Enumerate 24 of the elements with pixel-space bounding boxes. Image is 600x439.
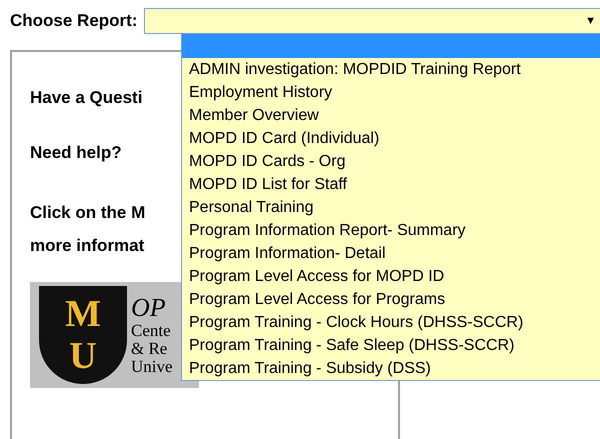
report-option[interactable]: Employment History <box>182 81 600 104</box>
blank-option[interactable] <box>182 34 600 58</box>
logo-text: Unive <box>131 358 173 376</box>
report-option[interactable]: MOPD ID Cards - Org <box>182 150 600 173</box>
report-option[interactable]: Program Information- Detail <box>182 242 600 265</box>
choose-report-label: Choose Report: <box>10 11 138 31</box>
shield-letter: M <box>65 293 101 335</box>
report-select[interactable]: ▼ <box>144 8 600 34</box>
report-option[interactable]: Member Overview <box>182 104 600 127</box>
report-option[interactable]: Program Training - Safe Sleep (DHSS-SCCR) <box>182 334 600 357</box>
report-option[interactable]: Program Training - Clock Hours (DHSS-SCCR) <box>182 311 600 334</box>
report-option[interactable]: MOPD ID Card (Individual) <box>182 127 600 150</box>
logo-text: & Re <box>131 340 168 358</box>
logo-title: OP <box>131 294 167 322</box>
report-option[interactable]: Program Level Access for MOPD ID <box>182 265 600 288</box>
shield-letter: U <box>69 335 97 377</box>
report-option[interactable]: Program Training - Subsidy (DSS) <box>182 357 600 380</box>
report-option[interactable]: MOPD ID List for Staff <box>182 173 600 196</box>
dropdown-arrow-icon: ▼ <box>585 15 600 27</box>
report-option[interactable]: Personal Training <box>182 196 600 219</box>
report-option[interactable]: Program Level Access for Programs <box>182 288 600 311</box>
report-option[interactable]: Program Information Report- Summary <box>182 219 600 242</box>
logo-text: Cente <box>131 322 172 340</box>
report-option[interactable]: ADMIN investigation: MOPDID Training Report <box>182 58 600 81</box>
